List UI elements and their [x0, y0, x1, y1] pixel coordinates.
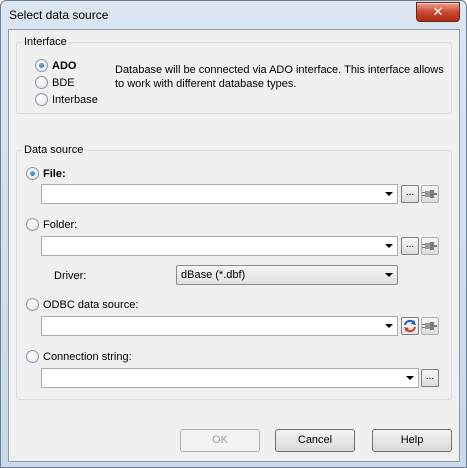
interface-group-title: Interface: [22, 36, 69, 48]
folder-combo-arrow-icon[interactable]: [385, 244, 393, 248]
interface-group: Interface ADO BDE Interbase Database wil…: [16, 36, 452, 114]
folder-combo[interactable]: [41, 236, 398, 256]
radio-folder[interactable]: Folder:: [26, 218, 77, 231]
file-browse-button[interactable]: ...: [401, 185, 419, 203]
radio-connection-string-indicator[interactable]: [26, 350, 39, 363]
driver-select-arrow-icon[interactable]: [385, 273, 393, 277]
odbc-combo[interactable]: [41, 316, 398, 336]
radio-file[interactable]: File:: [26, 167, 66, 180]
close-button[interactable]: ✕: [416, 2, 460, 22]
driver-label: Driver:: [54, 270, 87, 282]
data-source-group-title: Data source: [22, 144, 86, 156]
radio-odbc[interactable]: ODBC data source:: [26, 298, 138, 311]
connection-string-combo[interactable]: [41, 368, 419, 388]
radio-odbc-indicator[interactable]: [26, 298, 39, 311]
connection-string-browse-button[interactable]: ...: [421, 369, 439, 387]
radio-ado[interactable]: ADO: [35, 59, 76, 72]
radio-interbase-label: Interbase: [52, 93, 98, 106]
file-combo-arrow-icon[interactable]: [385, 192, 393, 196]
plug-icon: [422, 242, 437, 250]
radio-file-indicator[interactable]: [26, 167, 39, 180]
window-title: Select data source: [9, 8, 109, 22]
radio-connection-string-label: Connection string:: [43, 350, 132, 363]
help-button[interactable]: Help: [372, 429, 452, 452]
plug-icon: [422, 190, 437, 198]
radio-interbase-indicator[interactable]: [35, 93, 48, 106]
folder-browse-button[interactable]: ...: [401, 237, 419, 255]
folder-connect-button[interactable]: [421, 237, 439, 255]
driver-select[interactable]: dBase (*.dbf): [176, 265, 398, 285]
radio-folder-indicator[interactable]: [26, 218, 39, 231]
data-source-group: Data source File: ... Folder: ... Driver…: [16, 144, 452, 400]
dialog-window: Select data source ✕ Interface ADO BDE I…: [0, 0, 467, 468]
radio-bde[interactable]: BDE: [35, 76, 75, 89]
driver-select-value: dBase (*.dbf): [181, 269, 246, 281]
dialog-body: Interface ADO BDE Interbase Database wil…: [8, 29, 460, 462]
radio-odbc-label: ODBC data source:: [43, 298, 139, 311]
ok-button[interactable]: OK: [180, 429, 260, 452]
radio-bde-indicator[interactable]: [35, 76, 48, 89]
file-connect-button[interactable]: [421, 185, 439, 203]
title-bar[interactable]: Select data source ✕: [1, 1, 466, 29]
radio-interbase[interactable]: Interbase: [35, 93, 98, 106]
cancel-button[interactable]: Cancel: [275, 429, 355, 452]
refresh-icon: [404, 319, 416, 333]
radio-connection-string[interactable]: Connection string:: [26, 350, 132, 363]
plug-icon: [422, 322, 437, 330]
radio-folder-label: Folder:: [43, 218, 78, 231]
odbc-combo-arrow-icon[interactable]: [385, 324, 393, 328]
radio-bde-label: BDE: [52, 76, 75, 89]
file-combo[interactable]: [41, 184, 398, 204]
odbc-refresh-button[interactable]: [401, 317, 419, 335]
radio-ado-label: ADO: [52, 59, 77, 72]
interface-description: Database will be connected via ADO inter…: [115, 64, 444, 90]
radio-file-label: File:: [43, 167, 66, 180]
odbc-connect-button[interactable]: [421, 317, 439, 335]
radio-ado-indicator[interactable]: [35, 59, 48, 72]
connection-string-arrow-icon[interactable]: [406, 376, 414, 380]
